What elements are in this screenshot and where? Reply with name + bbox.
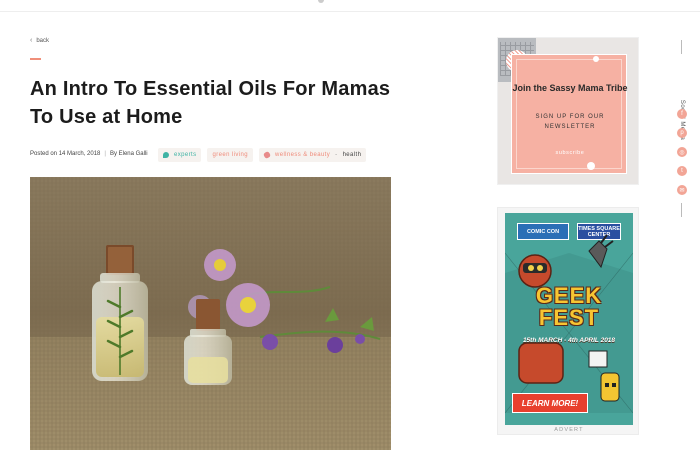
chevron-left-icon: ‹ bbox=[30, 37, 33, 44]
promo-card: Join the Sassy Mama Tribe SIGN UP FOR OU… bbox=[511, 54, 628, 174]
posted-date: Posted on 14 March, 2018 bbox=[30, 151, 101, 157]
chat-bubble-icon bbox=[163, 152, 169, 158]
tag-wellness-health: wellness & beauty - health bbox=[258, 148, 367, 162]
ad-headline: GEEK FEST bbox=[535, 283, 603, 330]
ad-dates: 15th MARCH - 4th APRIL 2018 bbox=[522, 337, 616, 344]
tag-separator: - bbox=[335, 152, 338, 158]
article-meta: Posted on 14 March, 2018 | By Elena Gall… bbox=[30, 151, 148, 157]
tag-green-living[interactable]: green living bbox=[207, 148, 253, 162]
author-link[interactable]: By Elena Galli bbox=[110, 151, 148, 157]
learn-more-button[interactable]: LEARN MORE! bbox=[512, 393, 588, 413]
pill-icon bbox=[262, 150, 272, 160]
title-accent-line bbox=[30, 58, 41, 60]
advert-banner[interactable]: COMIC CON TIMES SQUARE CENTER GEEK FEST … bbox=[497, 207, 639, 435]
meta-separator: | bbox=[104, 151, 106, 157]
top-indicator bbox=[318, 0, 324, 3]
email-icon[interactable]: ✉ bbox=[677, 185, 687, 195]
twitter-icon[interactable]: t bbox=[677, 166, 687, 176]
hero-image bbox=[30, 177, 391, 450]
decor-dot bbox=[587, 162, 595, 170]
facebook-icon[interactable]: f bbox=[677, 109, 687, 119]
subscribe-button[interactable]: subscribe bbox=[512, 150, 628, 156]
social-line-bottom bbox=[681, 203, 682, 217]
top-bar bbox=[0, 0, 700, 12]
social-media-rail: Social Media f p ◎ t ✉ bbox=[672, 40, 692, 220]
decor-dot bbox=[593, 56, 599, 62]
advert-label: ADVERT bbox=[554, 427, 584, 433]
social-line-top bbox=[681, 40, 682, 54]
promo-title: Join the Sassy Mama Tribe bbox=[512, 83, 628, 93]
pinterest-icon[interactable]: p bbox=[677, 128, 687, 138]
back-label: back bbox=[36, 37, 50, 44]
tag-health[interactable]: health bbox=[343, 152, 362, 158]
geek-fest-ad[interactable]: COMIC CON TIMES SQUARE CENTER GEEK FEST … bbox=[505, 213, 633, 425]
tag-label: experts bbox=[174, 152, 197, 158]
instagram-icon[interactable]: ◎ bbox=[677, 147, 687, 157]
essential-oils-photo bbox=[30, 177, 391, 450]
article-tags: experts green living wellness & beauty -… bbox=[158, 148, 367, 162]
tag-label: green living bbox=[212, 152, 248, 158]
article-title: An Intro To Essential Oils For Mamas To … bbox=[30, 78, 391, 128]
newsletter-promo[interactable]: Join the Sassy Mama Tribe SIGN UP FOR OU… bbox=[497, 37, 639, 185]
tag-label[interactable]: wellness & beauty bbox=[275, 152, 330, 158]
tag-experts[interactable]: experts bbox=[158, 148, 202, 162]
promo-subtitle: SIGN UP FOR OUR NEWSLETTER bbox=[535, 114, 605, 130]
back-link[interactable]: ‹ back bbox=[30, 37, 49, 44]
